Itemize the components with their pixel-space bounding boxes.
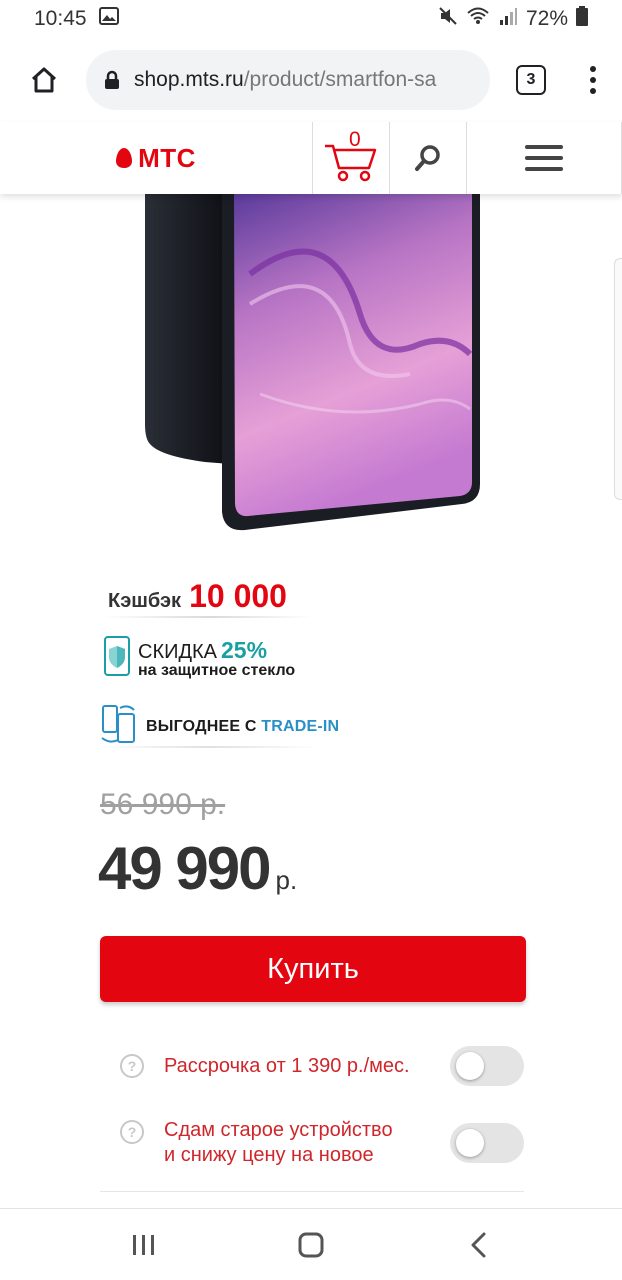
battery-percent: 72% [525,7,568,30]
back-nav-button[interactable] [448,1220,508,1270]
buy-button[interactable]: Купить [100,936,526,1002]
home-button[interactable] [20,56,68,104]
product-image[interactable] [0,194,622,534]
site-header: МТС 0 [0,122,622,194]
tradein-option: ? Сдам старое устройство и снижу цену на… [120,1118,524,1168]
current-price-value: 49 990 [98,835,272,902]
tradein-highlight: TRADE-IN [261,717,340,735]
tradein-toggle[interactable] [450,1123,524,1163]
toggle-knob [456,1052,484,1080]
cashback-value: 10 000 [189,578,287,614]
hamburger-menu-button[interactable] [466,122,622,194]
home-square-icon [298,1232,324,1257]
cashback-badge: Кэшбэк 10 000 [108,578,287,615]
home-icon [31,67,57,93]
url-host: shop.mts.ru [134,68,244,91]
installment-toggle[interactable] [450,1046,524,1086]
cashback-label: Кэшбэк [108,590,182,612]
hamburger-icon [525,145,563,171]
more-dot [590,88,596,94]
tab-switcher-button[interactable]: 3 [516,65,546,95]
discount-subtitle: на защитное стекло [138,661,296,679]
browser-menu-button[interactable] [584,60,602,100]
address-bar[interactable]: shop.mts.ru/product/smartfon-sa [86,50,490,110]
wifi-icon [466,6,490,32]
section-divider [100,1191,524,1192]
shield-icon [104,636,130,681]
installment-option: ? Рассрочка от 1 390 р./мес. [120,1046,524,1086]
cart-button[interactable]: 0 [311,122,389,194]
tradein-option-line2: и снижу цену на новое [164,1144,374,1166]
search-icon [414,145,440,171]
home-nav-button[interactable] [281,1220,341,1270]
trade-in-badge[interactable]: ВЫГОДНЕЕ С TRADE-IN [100,704,339,749]
more-dot [590,66,596,72]
gallery-icon [98,7,119,31]
help-icon[interactable]: ? [120,1054,144,1078]
system-nav-bar [0,1208,622,1280]
current-price: 49 990 р. [98,834,297,903]
lock-icon [104,70,120,90]
tradein-option-line1: Сдам старое устройство [164,1119,393,1141]
glass-discount-badge[interactable]: СКИДКА 25% на защитное стекло [104,636,295,681]
browser-toolbar: shop.mts.ru/product/smartfon-sa 3 [0,38,622,122]
help-icon[interactable]: ? [120,1120,144,1144]
status-bar: 10:45 72% [0,0,622,38]
tradein-prefix: ВЫГОДНЕЕ С [146,717,257,735]
signal-icon [498,6,518,32]
egg-logo-icon [116,148,133,168]
search-button[interactable] [388,122,466,194]
current-price-currency: р. [275,865,298,895]
old-price: 56 990 р. [100,788,226,821]
cashback-divider [104,616,314,618]
discount-percent: 25% [221,636,268,663]
url-path: /product/smartfon-sa [243,68,437,91]
mts-logo[interactable]: МТС [0,122,312,194]
toggle-knob [456,1129,484,1157]
discount-title: СКИДКА [138,640,218,663]
tradein-divider [100,746,320,748]
recent-apps-icon [132,1234,154,1255]
tradein-option-label: Сдам старое устройство и снижу цену на н… [164,1118,450,1168]
mute-icon [438,6,458,32]
cart-count: 0 [348,128,361,151]
installment-label: Рассрочка от 1 390 р./мес. [164,1054,410,1077]
side-scroll-handle[interactable] [614,258,622,500]
recent-apps-button[interactable] [114,1220,174,1270]
status-time: 10:45 [34,7,87,30]
logo-text: МТС [138,142,196,173]
phones-swap-icon [100,704,138,749]
battery-icon [576,6,588,32]
back-chevron-icon [471,1232,486,1257]
more-dot [590,77,596,83]
